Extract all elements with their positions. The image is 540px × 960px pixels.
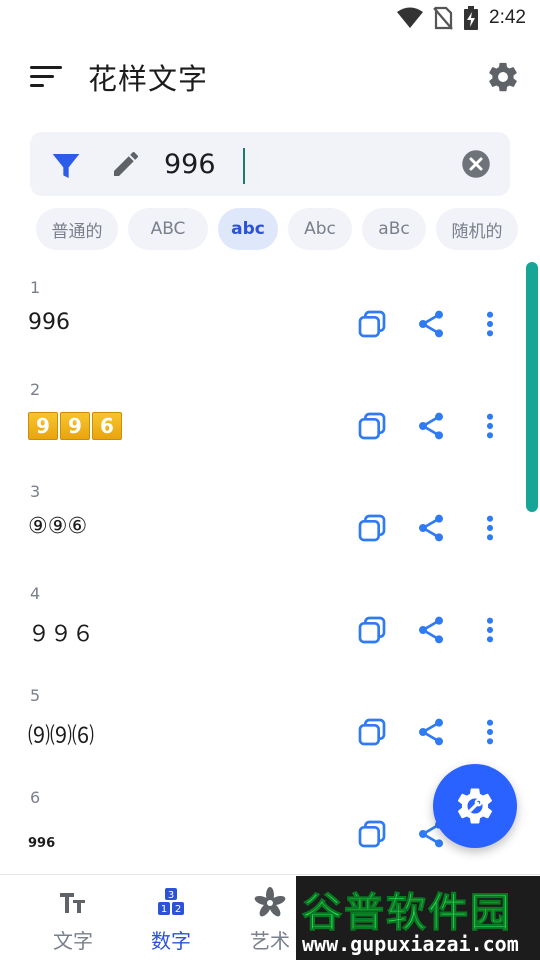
more-icon[interactable] bbox=[478, 716, 502, 748]
item-index: 6 bbox=[30, 788, 41, 807]
page-title: 花样文字 bbox=[88, 62, 209, 96]
list-item: 3 ⑨⑨⑥ bbox=[0, 466, 540, 568]
share-icon[interactable] bbox=[415, 716, 447, 748]
clear-icon[interactable] bbox=[461, 149, 491, 179]
gear-wrench-icon bbox=[457, 788, 493, 824]
item-text-keycaps: 9 9 6 bbox=[28, 412, 122, 440]
menu-icon[interactable] bbox=[26, 62, 66, 92]
item-text: ９９６ bbox=[28, 622, 95, 647]
chip-alternate[interactable]: aBc bbox=[362, 208, 426, 250]
copy-icon[interactable] bbox=[356, 512, 388, 544]
copy-icon[interactable] bbox=[356, 614, 388, 646]
keycap: 9 bbox=[28, 412, 58, 440]
copy-icon[interactable] bbox=[356, 716, 388, 748]
chip-uppercase[interactable]: ABC bbox=[128, 208, 208, 250]
chip-normal[interactable]: 普通的 bbox=[36, 208, 118, 250]
status-bar: 2:42 bbox=[0, 0, 540, 36]
item-text: 996 bbox=[28, 836, 56, 851]
scrollbar[interactable] bbox=[526, 262, 538, 512]
text-style-icon bbox=[60, 893, 85, 913]
style-chips: 普通的 ABC abc Abc aBc 随机的 bbox=[36, 208, 518, 250]
watermark-title: 谷普软件园 bbox=[302, 890, 512, 937]
nav-item-text[interactable]: 文字 bbox=[33, 887, 113, 953]
svg-text:2: 2 bbox=[175, 904, 181, 915]
text-input-box bbox=[30, 132, 510, 196]
list-item: 1 996 bbox=[0, 262, 540, 364]
copy-icon[interactable] bbox=[356, 308, 388, 340]
no-sim-icon bbox=[433, 6, 453, 30]
wifi-icon bbox=[397, 7, 424, 28]
list-item: 4 ９９６ bbox=[0, 568, 540, 670]
text-cursor bbox=[243, 148, 245, 184]
battery-charging-icon bbox=[464, 6, 479, 30]
app-bar: 花样文字 bbox=[0, 48, 540, 104]
share-icon[interactable] bbox=[415, 614, 447, 646]
tools-fab-button[interactable] bbox=[433, 764, 517, 848]
more-icon[interactable] bbox=[478, 308, 502, 340]
number-blocks-icon: 3 1 2 bbox=[158, 888, 184, 915]
chip-lowercase[interactable]: abc bbox=[218, 208, 278, 250]
share-icon[interactable] bbox=[415, 308, 447, 340]
more-icon[interactable] bbox=[478, 512, 502, 544]
item-index: 2 bbox=[30, 380, 41, 399]
nav-item-numbers[interactable]: 3 1 2 数字 bbox=[131, 887, 211, 953]
chip-random[interactable]: 随机的 bbox=[436, 208, 518, 250]
text-input[interactable] bbox=[164, 144, 444, 184]
nav-label: 数字 bbox=[151, 929, 191, 953]
share-icon[interactable] bbox=[415, 410, 447, 442]
flower-icon bbox=[254, 887, 286, 917]
nav-label: 文字 bbox=[53, 929, 93, 953]
watermark-url: www.gupuxiazai.com bbox=[302, 932, 519, 956]
item-index: 1 bbox=[30, 278, 41, 297]
list-item: 2 9 9 6 bbox=[0, 364, 540, 466]
item-text: 996 bbox=[28, 310, 70, 335]
item-text: ⑨⑨⑥ bbox=[28, 514, 88, 539]
copy-icon[interactable] bbox=[356, 818, 388, 850]
item-index: 3 bbox=[30, 482, 41, 501]
item-index: 5 bbox=[30, 686, 41, 705]
keycap: 9 bbox=[60, 412, 90, 440]
more-icon[interactable] bbox=[478, 410, 502, 442]
svg-text:3: 3 bbox=[168, 890, 174, 901]
share-icon[interactable] bbox=[415, 512, 447, 544]
watermark: 谷普软件园 www.gupuxiazai.com bbox=[296, 876, 540, 960]
list-item: 5 ⑼⑼⑹ bbox=[0, 670, 540, 772]
status-time: 2:42 bbox=[489, 7, 526, 28]
copy-icon[interactable] bbox=[356, 410, 388, 442]
keycap: 6 bbox=[92, 412, 122, 440]
more-icon[interactable] bbox=[478, 614, 502, 646]
chip-capitalize[interactable]: Abc bbox=[288, 208, 352, 250]
item-index: 4 bbox=[30, 584, 41, 603]
gear-icon[interactable] bbox=[486, 60, 520, 94]
filter-icon[interactable] bbox=[50, 150, 82, 182]
svg-text:1: 1 bbox=[161, 904, 167, 915]
pencil-icon bbox=[114, 151, 139, 176]
item-text: ⑼⑼⑹ bbox=[28, 724, 95, 749]
